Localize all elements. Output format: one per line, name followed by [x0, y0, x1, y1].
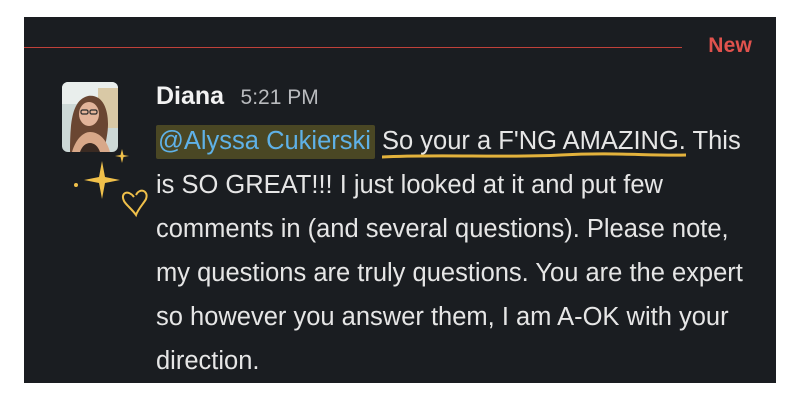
timestamp[interactable]: 5:21 PM [241, 86, 319, 109]
heart-outline-icon [122, 189, 148, 218]
divider-line [24, 47, 682, 48]
message-body: This is SO GREAT!!! I just looked at it … [156, 127, 743, 375]
message-panel: New Diana 5:21 PM @Alyssa Cukierski So y… [24, 17, 776, 383]
avatar-photo [62, 82, 118, 152]
new-messages-divider: New [24, 34, 776, 71]
new-label: New [708, 34, 752, 57]
user-mention[interactable]: @Alyssa Cukierski [156, 125, 375, 159]
avatar[interactable] [62, 82, 118, 152]
highlight-underline [382, 152, 686, 159]
highlighted-phrase: So your a F'NG AMAZING. [382, 119, 686, 163]
message-header: Diana 5:21 PM [156, 82, 319, 112]
sparkle-stars-icon [74, 149, 148, 218]
author-name[interactable]: Diana [156, 82, 224, 110]
message-text: @Alyssa Cukierski So your a F'NG AMAZING… [156, 119, 756, 383]
